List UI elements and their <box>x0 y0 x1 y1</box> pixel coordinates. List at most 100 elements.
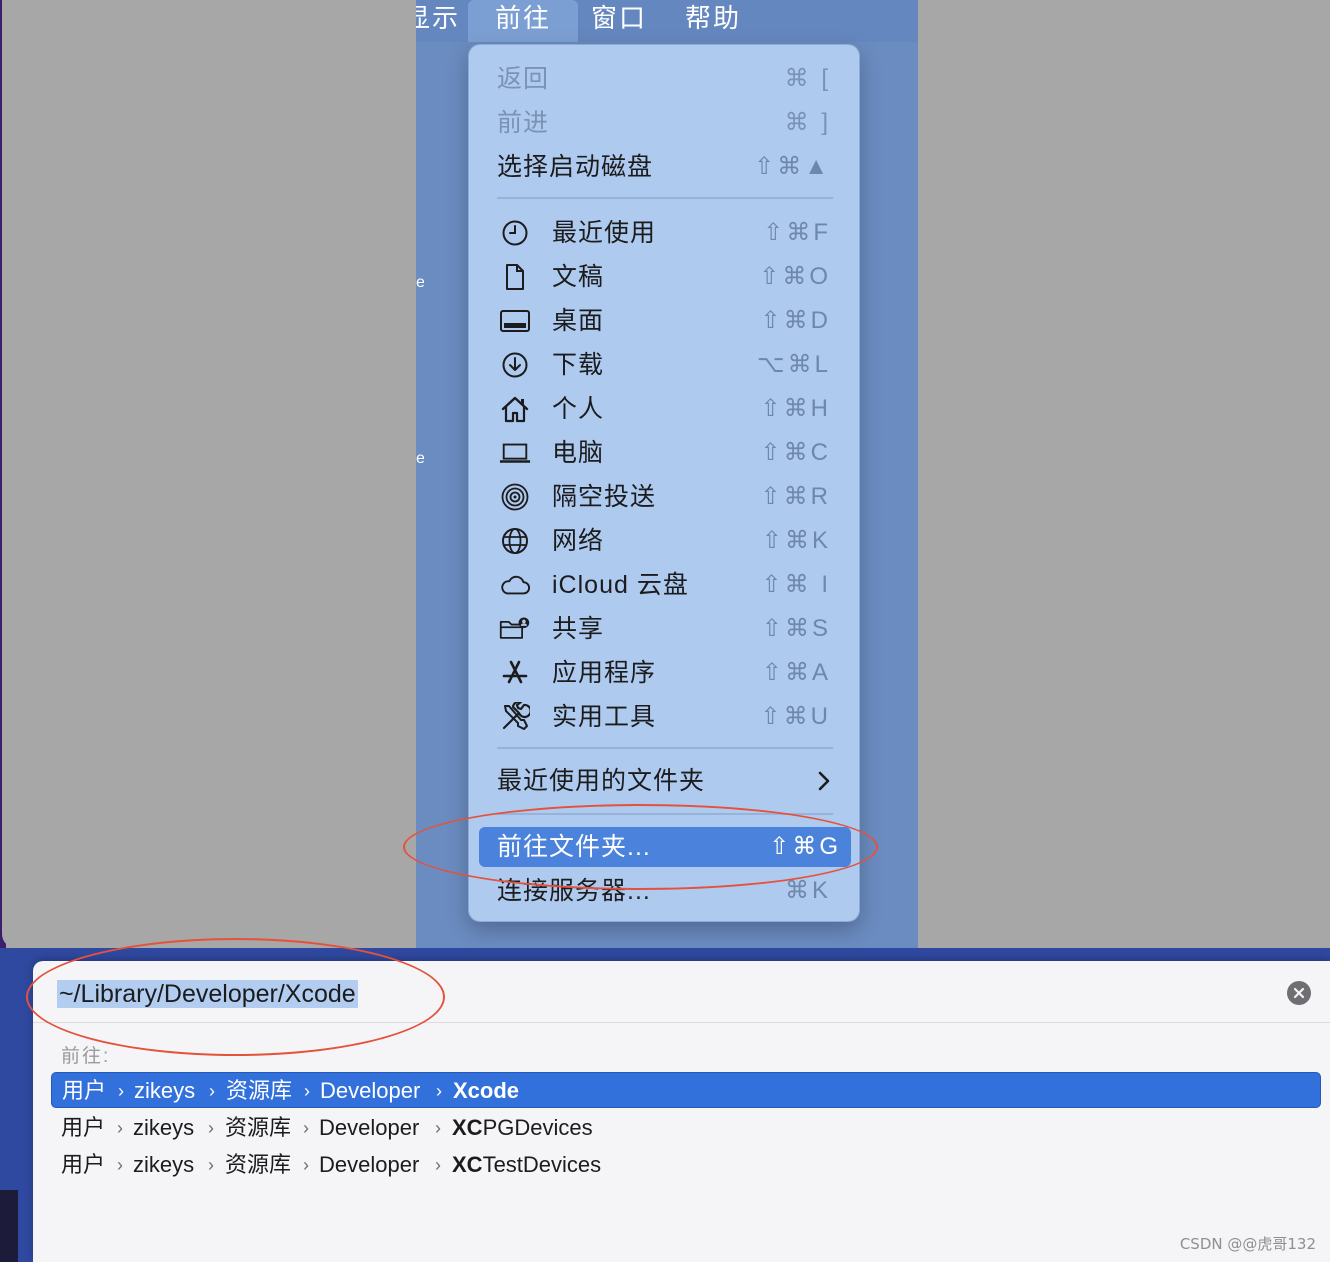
chevron-right-icon: › <box>208 1155 214 1175</box>
menu-item-connect-server[interactable]: 连接服务器... ⌘K <box>469 871 861 911</box>
menu-item-startup-disk[interactable]: 选择启动磁盘 ⇧⌘▲ <box>469 147 861 187</box>
suggestion-row[interactable]: 用户 › zikeys › 资源库 › Developer › XCPGDevi… <box>51 1110 1321 1146</box>
menu-item-back[interactable]: 返回 ⌘ [ <box>469 59 861 99</box>
menu-item-shortcut: ⌘ [ <box>784 65 831 92</box>
menu-separator <box>497 197 833 199</box>
match-rest: TestDevices <box>482 1152 602 1177</box>
menu-item-label: 文稿 <box>552 263 605 291</box>
path-segment: 用户 <box>62 1078 107 1103</box>
menu-item-documents[interactable]: 文稿 ⇧⌘O <box>469 257 861 297</box>
menu-item-label: 隔空投送 <box>552 483 657 511</box>
menu-item-network[interactable]: 网络 ⇧⌘K <box>469 521 861 561</box>
menu-item-label: 最近使用 <box>552 219 657 247</box>
menu-item-label: 应用程序 <box>552 659 657 687</box>
menu-item-shortcut: ⇧⌘ I <box>761 571 831 598</box>
menu-item-label: 网络 <box>552 527 605 555</box>
menu-item-label: 电脑 <box>552 439 605 467</box>
menu-item-forward[interactable]: 前进 ⌘ ] <box>469 103 861 143</box>
partial-text-glyph: e <box>416 452 424 466</box>
clear-button[interactable] <box>1287 981 1311 1005</box>
utilities-icon <box>499 702 531 731</box>
menu-item-shortcut: ⇧⌘O <box>759 263 831 290</box>
chevron-right-icon: › <box>117 1155 123 1175</box>
menu-item-shortcut: ⇧⌘A <box>761 659 831 686</box>
menu-item-computer[interactable]: 电脑 ⇧⌘C <box>469 433 861 473</box>
menu-help[interactable]: 帮助 <box>685 0 741 42</box>
menu-item-label: 前进 <box>497 109 550 137</box>
path-segment: 用户 <box>61 1152 106 1177</box>
menu-item-shortcut: ⇧⌘C <box>760 439 831 466</box>
go-to-label: 前往: <box>61 1046 111 1067</box>
match-prefix: XC <box>452 1152 483 1177</box>
menu-separator <box>497 813 833 815</box>
chevron-right-icon: › <box>435 1118 441 1138</box>
path-segment: Developer <box>319 1115 420 1140</box>
menu-window[interactable]: 窗口 <box>591 0 647 42</box>
shared-folder-icon <box>499 615 531 643</box>
watermark: CSDN @@虎哥132 <box>1179 1235 1316 1253</box>
chevron-right-icon: › <box>117 1118 123 1138</box>
menu-item-shortcut: ⇧⌘U <box>760 703 831 730</box>
menu-item-home[interactable]: 个人 ⇧⌘H <box>469 389 861 429</box>
match-prefix: Xcode <box>453 1078 520 1103</box>
path-segment: zikeys <box>133 1115 195 1140</box>
menu-item-downloads[interactable]: 下载 ⌥⌘L <box>469 345 861 385</box>
chevron-right-icon: › <box>303 1118 309 1138</box>
path-segment: zikeys <box>133 1152 195 1177</box>
applications-icon <box>499 659 531 687</box>
path-segment: Developer <box>320 1078 421 1103</box>
menu-item-desktop[interactable]: 桌面 ⇧⌘D <box>469 301 861 341</box>
menu-item-shortcut: ⇧⌘▲ <box>754 153 831 180</box>
menu-item-label: 共享 <box>552 615 605 643</box>
path-segment: 资源库 <box>226 1078 293 1103</box>
chevron-right-icon: › <box>208 1118 214 1138</box>
menu-item-shortcut: ⇧⌘F <box>763 219 831 246</box>
airdrop-icon <box>499 483 531 511</box>
menu-view[interactable]: 显示 <box>416 0 464 42</box>
path-segment: zikeys <box>134 1078 196 1103</box>
path-segment: Developer <box>319 1152 420 1177</box>
menu-go[interactable]: 前往 <box>468 0 578 42</box>
cloud-icon <box>499 571 531 599</box>
menu-item-shortcut: ⇧⌘R <box>760 483 831 510</box>
document-icon <box>499 263 531 291</box>
chevron-right-icon: › <box>303 1155 309 1175</box>
menu-item-utilities[interactable]: 实用工具 ⇧⌘U <box>469 697 861 737</box>
menu-item-label: iCloud 云盘 <box>552 571 689 599</box>
clock-icon <box>499 219 531 247</box>
menu-item-shortcut: ⌥⌘L <box>756 351 831 378</box>
menu-item-icloud-drive[interactable]: iCloud 云盘 ⇧⌘ I <box>469 565 861 605</box>
menu-item-recents[interactable]: 最近使用 ⇧⌘F <box>469 213 861 253</box>
menu-item-shortcut: ⇧⌘H <box>760 395 831 422</box>
chevron-right-icon: › <box>436 1081 442 1101</box>
menu-item-shortcut: ⇧⌘K <box>761 527 831 554</box>
desktop-icon <box>499 307 531 335</box>
menu-item-label: 前往文件夹... <box>497 833 651 861</box>
suggestion-row[interactable]: 用户 › zikeys › 资源库 › Developer › XCTestDe… <box>51 1147 1321 1183</box>
path-segment-final: XCTestDevices <box>452 1147 601 1183</box>
path-input-text: ~/Library/Developer/Xcode <box>57 980 358 1008</box>
menu-item-label: 桌面 <box>552 307 605 335</box>
menu-item-label: 连接服务器... <box>497 877 651 905</box>
match-rest: PGDevices <box>482 1115 593 1140</box>
menu-item-go-to-folder[interactable]: 前往文件夹... ⇧⌘G <box>479 827 851 867</box>
path-segment-final: Xcode <box>453 1073 519 1109</box>
menu-item-shared[interactable]: 共享 ⇧⌘S <box>469 609 861 649</box>
desktop-background-corner <box>0 1190 18 1262</box>
go-to-folder-panel: ~/Library/Developer/Xcode 前往: 用户 › zikey… <box>33 961 1330 1262</box>
menu-item-shortcut: ⇧⌘S <box>761 615 831 642</box>
menu-item-shortcut: ⇧⌘G <box>769 833 841 860</box>
globe-icon <box>499 527 531 555</box>
menu-item-recent-folders[interactable]: 最近使用的文件夹 <box>469 761 861 801</box>
path-input[interactable]: ~/Library/Developer/Xcode <box>57 977 358 1011</box>
menu-item-applications[interactable]: 应用程序 ⇧⌘A <box>469 653 861 693</box>
path-segment: 资源库 <box>225 1152 292 1177</box>
menu-separator <box>497 747 833 749</box>
menu-item-airdrop[interactable]: 隔空投送 ⇧⌘R <box>469 477 861 517</box>
close-icon <box>1293 987 1305 999</box>
match-prefix: XC <box>452 1115 483 1140</box>
suggestion-row[interactable]: 用户 › zikeys › 资源库 › Developer › Xcode <box>51 1072 1321 1108</box>
panel-divider <box>33 1022 1330 1023</box>
menu-item-shortcut: ⌘K <box>784 877 831 904</box>
menu-item-shortcut: ⇧⌘D <box>760 307 831 334</box>
